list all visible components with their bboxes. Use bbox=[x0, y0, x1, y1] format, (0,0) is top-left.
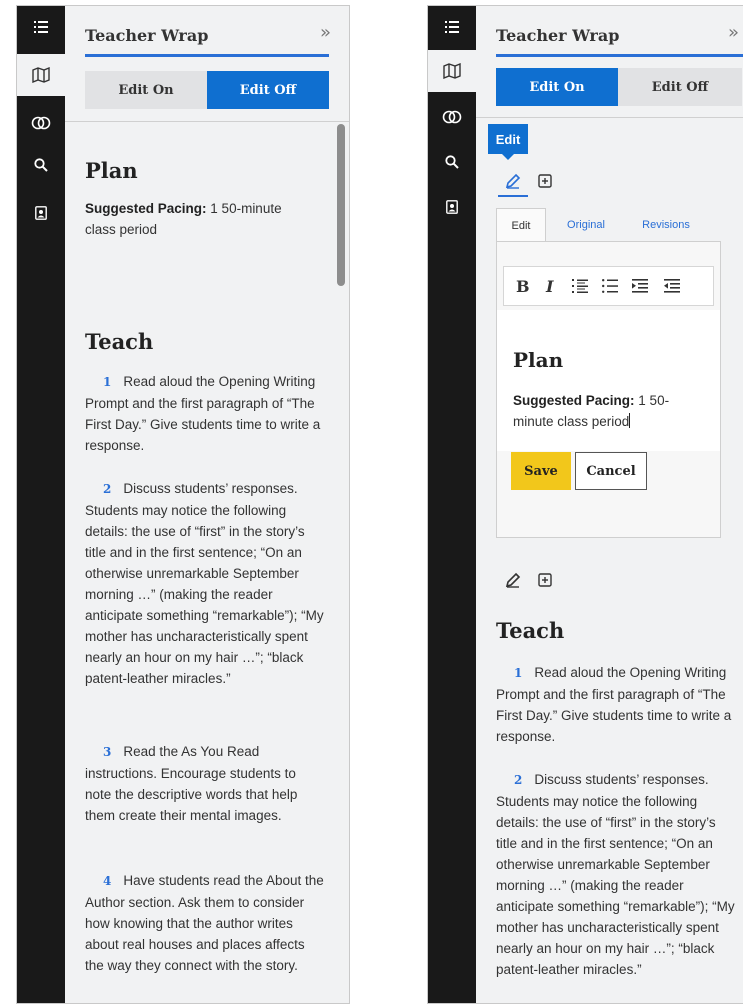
panel-content: Teacher Wrap » Edit On Edit Off Edit Edi… bbox=[476, 6, 743, 1003]
outdent-button[interactable] bbox=[664, 279, 680, 298]
rail-rings-button[interactable] bbox=[17, 102, 65, 144]
step-number: 1 bbox=[514, 666, 523, 680]
pencil-icon bbox=[505, 173, 521, 189]
rings-icon bbox=[442, 110, 462, 124]
cancel-button[interactable]: Cancel bbox=[575, 452, 647, 490]
teach-step-1: 1 Read aloud the Opening Writing Prompt a… bbox=[85, 371, 325, 456]
teach-step-4: 4 Have students read the About the Author… bbox=[85, 870, 325, 976]
active-tool-underline bbox=[498, 195, 528, 197]
contact-card-icon bbox=[446, 200, 458, 214]
rich-text-editor: B I Plan Suggested Pacing: 1 50-minute c… bbox=[496, 241, 721, 538]
panel-content: Teacher Wrap » Edit On Edit Off Plan Sug… bbox=[65, 6, 349, 1003]
formatting-toolbar: B I bbox=[503, 266, 714, 306]
teach-step-2: 2 Discuss students’ responses. Students m… bbox=[85, 478, 325, 689]
editor-plan-heading: Plan bbox=[513, 348, 564, 372]
bold-button[interactable]: B bbox=[516, 277, 530, 296]
step-text: Discuss students’ responses. Students ma… bbox=[496, 772, 735, 977]
text-caret bbox=[629, 413, 631, 428]
editor-tabs: Edit Original Revisions bbox=[496, 208, 721, 242]
plus-box-icon bbox=[538, 174, 552, 188]
edit-off-button[interactable]: Edit Off bbox=[207, 71, 329, 109]
collapse-chevron-icon[interactable]: » bbox=[728, 22, 739, 43]
title-underline bbox=[85, 54, 329, 57]
bullet-list-icon bbox=[602, 279, 618, 293]
step-text: Read aloud the Opening Writing Prompt an… bbox=[85, 374, 321, 453]
rail-contact-button[interactable] bbox=[17, 192, 65, 234]
step-text: Read the As You Read instructions. Encou… bbox=[85, 744, 298, 823]
panel-title: Teacher Wrap bbox=[85, 26, 209, 45]
step-number: 2 bbox=[514, 773, 523, 787]
list-icon bbox=[445, 21, 459, 33]
outdent-icon bbox=[664, 279, 680, 293]
teach-heading: Teach bbox=[85, 329, 154, 354]
pencil-icon bbox=[505, 572, 521, 588]
tab-revisions[interactable]: Revisions bbox=[628, 208, 704, 242]
bullet-list-button[interactable] bbox=[602, 279, 618, 298]
rail-search-button[interactable] bbox=[428, 141, 476, 183]
edit-teach-section-button[interactable] bbox=[502, 569, 524, 591]
title-underline bbox=[496, 54, 743, 57]
step-text: Have students read the About the Author … bbox=[85, 873, 324, 973]
plus-box-icon bbox=[538, 573, 552, 587]
pacing-label: Suggested Pacing: bbox=[513, 393, 635, 408]
step-number: 4 bbox=[103, 874, 112, 888]
save-button[interactable]: Save bbox=[511, 452, 571, 490]
step-text: Read aloud the Opening Writing Prompt an… bbox=[496, 665, 732, 744]
teacher-wrap-panel-edit-off: Teacher Wrap » Edit On Edit Off Plan Sug… bbox=[16, 5, 350, 1004]
rings-icon bbox=[31, 116, 51, 130]
plan-heading: Plan bbox=[85, 158, 138, 183]
rail-map-button[interactable] bbox=[17, 54, 65, 96]
collapse-chevron-icon[interactable]: » bbox=[320, 22, 331, 43]
search-icon bbox=[445, 155, 459, 169]
pacing-label: Suggested Pacing: bbox=[85, 201, 207, 216]
rail-search-button[interactable] bbox=[17, 144, 65, 186]
teach-step-1: 1 Read aloud the Opening Writing Prompt a… bbox=[496, 662, 736, 747]
tab-edit[interactable]: Edit bbox=[496, 208, 546, 242]
italic-button[interactable]: I bbox=[546, 277, 553, 296]
edit-on-button[interactable]: Edit On bbox=[85, 71, 207, 109]
scrollbar-thumb[interactable] bbox=[337, 124, 345, 286]
list-icon bbox=[34, 21, 48, 33]
side-rail bbox=[17, 6, 65, 1003]
rail-list-button[interactable] bbox=[428, 6, 476, 48]
edit-off-button[interactable]: Edit Off bbox=[618, 68, 742, 106]
editor-pacing-text: Suggested Pacing: 1 50-minute class peri… bbox=[513, 390, 703, 432]
search-icon bbox=[34, 158, 48, 172]
add-section-button[interactable] bbox=[534, 170, 556, 192]
map-icon bbox=[32, 67, 50, 83]
panel-title: Teacher Wrap bbox=[496, 26, 620, 45]
teach-heading: Teach bbox=[496, 618, 565, 643]
header-divider bbox=[65, 121, 349, 122]
ordered-list-button[interactable] bbox=[572, 279, 588, 298]
add-teach-section-button[interactable] bbox=[534, 569, 556, 591]
rail-contact-button[interactable] bbox=[428, 186, 476, 228]
header-divider bbox=[476, 117, 743, 118]
tab-original[interactable]: Original bbox=[556, 208, 616, 242]
rail-map-button[interactable] bbox=[428, 50, 476, 92]
edit-on-button[interactable]: Edit On bbox=[496, 68, 618, 106]
step-number: 2 bbox=[103, 482, 112, 496]
numbered-list-icon bbox=[572, 279, 588, 293]
pacing-text: Suggested Pacing: 1 50-minute class peri… bbox=[85, 198, 313, 240]
teach-step-3: 3 Read the As You Read instructions. Enco… bbox=[85, 741, 325, 826]
indent-icon bbox=[632, 279, 648, 293]
map-icon bbox=[443, 63, 461, 79]
indent-button[interactable] bbox=[632, 279, 648, 298]
teach-step-2: 2 Discuss students’ responses. Students m… bbox=[496, 769, 736, 980]
rail-rings-button[interactable] bbox=[428, 96, 476, 138]
edit-tooltip: Edit bbox=[488, 124, 528, 160]
contact-card-icon bbox=[35, 206, 47, 220]
edit-section-button[interactable] bbox=[502, 170, 524, 192]
step-number: 3 bbox=[103, 745, 112, 759]
step-number: 1 bbox=[103, 375, 112, 389]
editable-content-area[interactable]: Plan Suggested Pacing: 1 50-minute class… bbox=[497, 310, 720, 451]
teacher-wrap-panel-edit-on: Teacher Wrap » Edit On Edit Off Edit Edi… bbox=[427, 5, 743, 1004]
rail-list-button[interactable] bbox=[17, 6, 65, 48]
step-text: Discuss students’ responses. Students ma… bbox=[85, 481, 324, 686]
side-rail bbox=[428, 6, 476, 1003]
